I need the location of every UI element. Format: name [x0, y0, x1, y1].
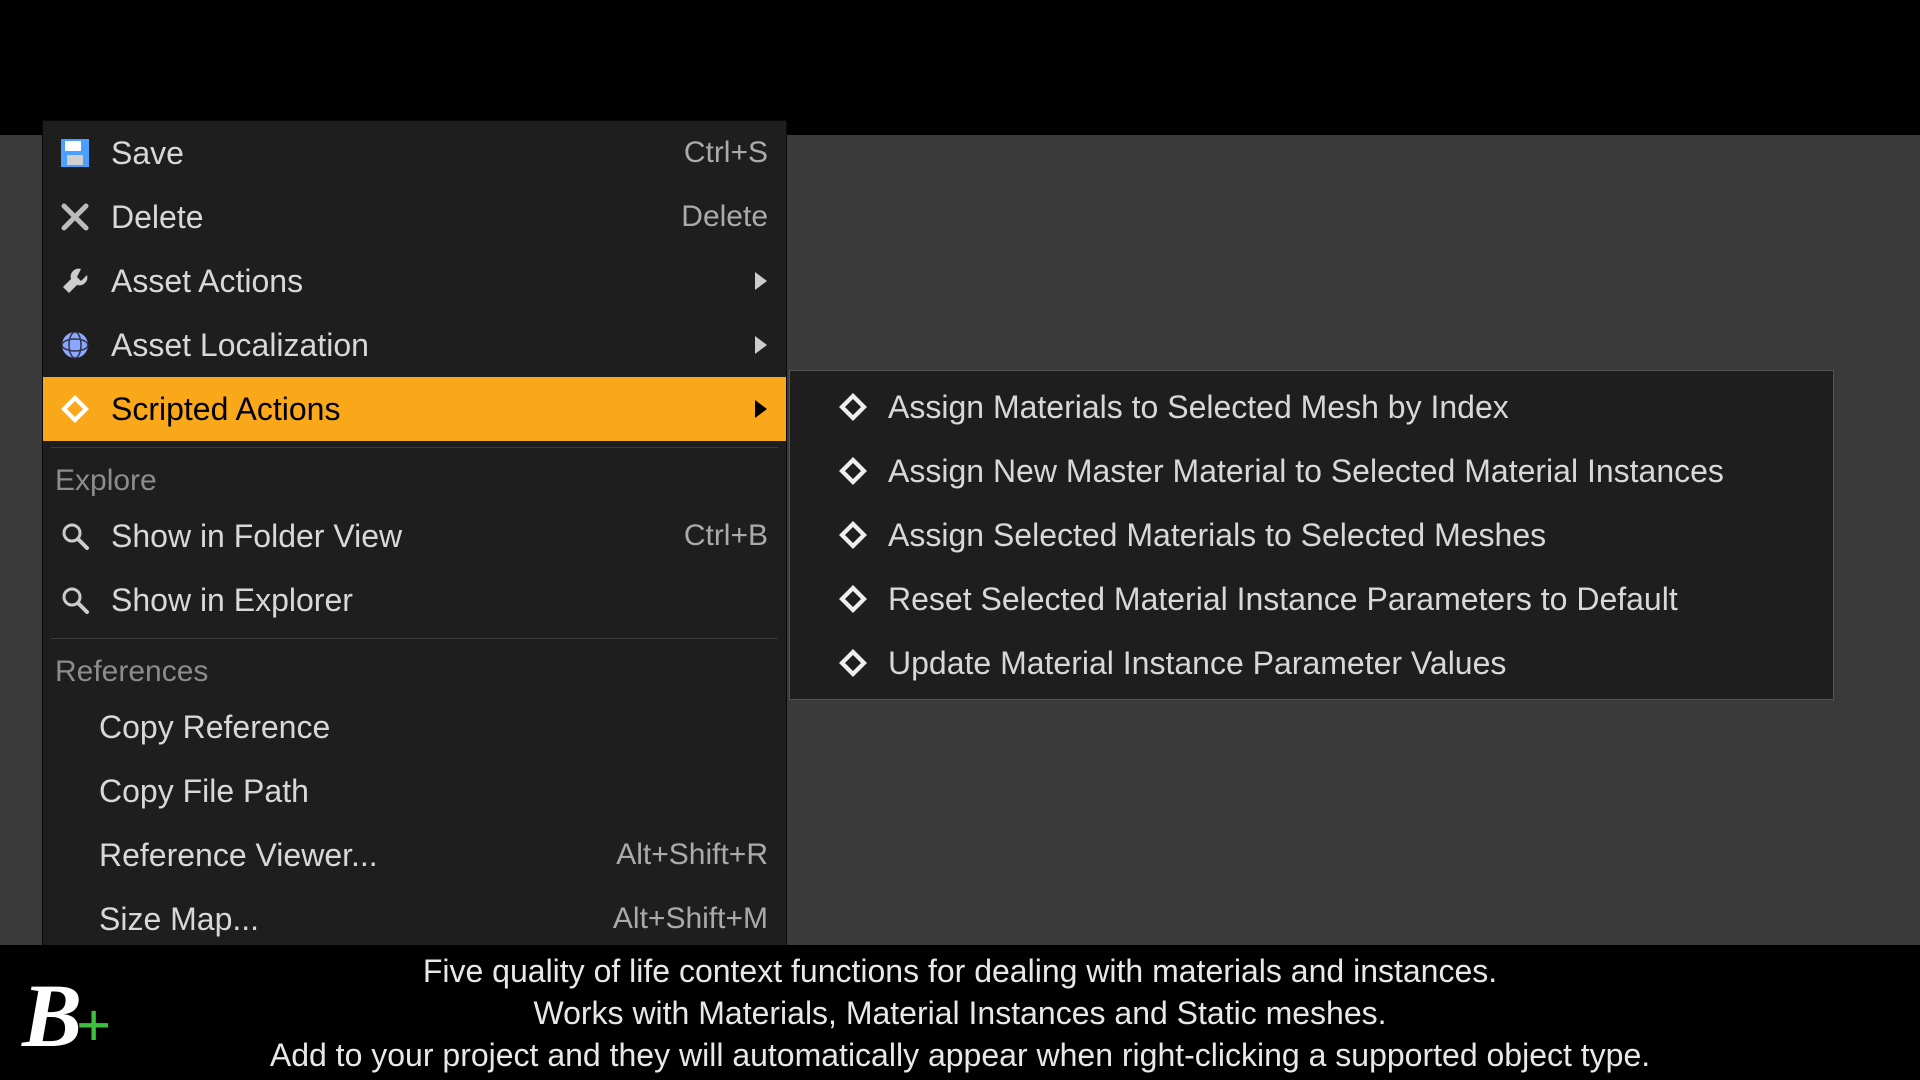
menu-item-label: Copy Reference	[99, 709, 330, 746]
diamond-icon	[836, 645, 870, 681]
caption-line-3: Add to your project and they will automa…	[270, 1034, 1650, 1076]
menu-item-label: Show in Explorer	[111, 582, 353, 619]
globe-icon	[57, 327, 93, 363]
menu-item-label: Asset Actions	[111, 263, 303, 300]
menu-item-copy-file-path[interactable]: Copy File Path	[43, 759, 786, 823]
close-x-icon	[57, 199, 93, 235]
submenu-item-assign-selected[interactable]: Assign Selected Materials to Selected Me…	[790, 503, 1833, 567]
submenu-item-update-params[interactable]: Update Material Instance Parameter Value…	[790, 631, 1833, 695]
menu-item-asset-actions[interactable]: Asset Actions	[43, 249, 786, 313]
save-icon	[57, 135, 93, 171]
caption-bar: Five quality of life context functions f…	[0, 945, 1920, 1080]
scripted-actions-submenu: Assign Materials to Selected Mesh by Ind…	[789, 370, 1834, 700]
menu-item-shortcut: Ctrl+B	[684, 519, 768, 553]
submenu-arrow-icon	[754, 400, 768, 418]
menu-separator	[51, 638, 778, 639]
menu-item-label: Assign Materials to Selected Mesh by Ind…	[888, 389, 1509, 426]
menu-separator	[51, 447, 778, 448]
submenu-item-assign-by-index[interactable]: Assign Materials to Selected Mesh by Ind…	[790, 375, 1833, 439]
menu-item-show-folder-view[interactable]: Show in Folder View Ctrl+B	[43, 504, 786, 568]
menu-item-delete[interactable]: Delete Delete	[43, 185, 786, 249]
diamond-icon	[836, 453, 870, 489]
section-header-explore: Explore	[43, 454, 786, 504]
menu-item-asset-localization[interactable]: Asset Localization	[43, 313, 786, 377]
menu-item-reference-viewer[interactable]: Reference Viewer... Alt+Shift+R	[43, 823, 786, 887]
submenu-item-reset-params[interactable]: Reset Selected Material Instance Paramet…	[790, 567, 1833, 631]
logo-letter: B	[22, 965, 82, 1068]
submenu-arrow-icon	[754, 272, 768, 290]
logo-plus: +	[76, 991, 111, 1062]
submenu-item-assign-master[interactable]: Assign New Master Material to Selected M…	[790, 439, 1833, 503]
menu-item-shortcut: Delete	[681, 200, 768, 234]
menu-item-size-map[interactable]: Size Map... Alt+Shift+M	[43, 887, 786, 951]
section-header-references: References	[43, 645, 786, 695]
menu-item-label: Reset Selected Material Instance Paramet…	[888, 581, 1678, 618]
menu-item-show-explorer[interactable]: Show in Explorer	[43, 568, 786, 632]
menu-item-save[interactable]: Save Ctrl+S	[43, 121, 786, 185]
diamond-icon	[836, 517, 870, 553]
menu-item-label: Reference Viewer...	[99, 837, 378, 874]
menu-item-label: Copy File Path	[99, 773, 309, 810]
brand-logo: B+	[22, 965, 111, 1068]
menu-item-label: Asset Localization	[111, 327, 369, 364]
menu-item-label: Assign New Master Material to Selected M…	[888, 453, 1724, 490]
diamond-icon	[836, 581, 870, 617]
menu-item-scripted-actions[interactable]: Scripted Actions	[43, 377, 786, 441]
menu-item-label: Size Map...	[99, 901, 259, 938]
menu-item-shortcut: Alt+Shift+M	[613, 902, 768, 936]
submenu-arrow-icon	[754, 336, 768, 354]
wrench-icon	[57, 263, 93, 299]
menu-item-label: Save	[111, 135, 184, 172]
menu-item-shortcut: Alt+Shift+R	[616, 838, 768, 872]
menu-item-label: Assign Selected Materials to Selected Me…	[888, 517, 1546, 554]
menu-item-shortcut: Ctrl+S	[684, 136, 768, 170]
caption-line-1: Five quality of life context functions f…	[270, 950, 1650, 992]
menu-item-copy-reference[interactable]: Copy Reference	[43, 695, 786, 759]
menu-item-label: Show in Folder View	[111, 518, 402, 555]
menu-item-label: Update Material Instance Parameter Value…	[888, 645, 1506, 682]
caption-line-2: Works with Materials, Material Instances…	[270, 992, 1650, 1034]
context-menu: Save Ctrl+S Delete Delete Asset Actions	[42, 120, 787, 956]
menu-item-label: Scripted Actions	[111, 391, 340, 428]
menu-item-label: Delete	[111, 199, 204, 236]
diamond-icon	[836, 389, 870, 425]
diamond-icon	[57, 391, 93, 427]
magnifier-icon	[57, 518, 93, 554]
magnifier-icon	[57, 582, 93, 618]
